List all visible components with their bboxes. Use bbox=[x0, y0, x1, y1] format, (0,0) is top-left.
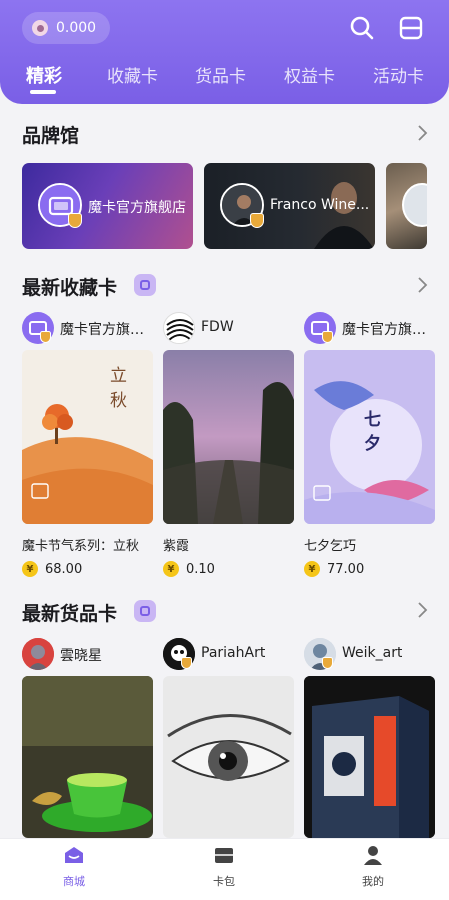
creator-name[interactable]: 魔卡官方旗… bbox=[60, 319, 152, 339]
yen-coin-icon: ¥ bbox=[163, 561, 179, 577]
balance-value: 0.000 bbox=[56, 20, 97, 36]
card-title[interactable]: 紫霞 bbox=[163, 535, 189, 554]
creator-name[interactable]: PariahArt bbox=[201, 645, 265, 661]
brand-card-moka[interactable]: 魔卡官方旗舰店 bbox=[22, 163, 193, 249]
verified-badge-icon bbox=[322, 331, 333, 343]
creator-avatar[interactable] bbox=[22, 638, 54, 670]
brand-name: Franco Wine... bbox=[270, 197, 370, 213]
verified-badge-icon bbox=[68, 213, 82, 228]
active-tab-indicator bbox=[30, 90, 56, 94]
balance-pill[interactable]: 0.000 bbox=[22, 12, 110, 44]
card-image-zixia[interactable] bbox=[163, 350, 294, 524]
toy-box-photo bbox=[304, 676, 435, 838]
scan-icon[interactable] bbox=[397, 14, 425, 42]
sunset-photo bbox=[163, 350, 294, 524]
tab-collect-cards[interactable]: 收藏卡 bbox=[107, 62, 158, 87]
nav-label: 我的 bbox=[362, 875, 384, 888]
tab-featured[interactable]: 精彩 bbox=[26, 62, 62, 88]
creator-avatar[interactable] bbox=[163, 312, 195, 344]
tab-rights-cards[interactable]: 权益卡 bbox=[284, 62, 335, 87]
brand-logo bbox=[402, 183, 427, 227]
creator-name[interactable]: FDW bbox=[201, 319, 234, 335]
latest-collect-title: 最新收藏卡 bbox=[22, 277, 118, 299]
card-price: 0.10 bbox=[186, 562, 215, 577]
verified-badge-icon bbox=[322, 657, 333, 669]
top-header: 0.000 精彩 收藏卡 货品卡 权益卡 活动卡 bbox=[0, 0, 449, 104]
card-title[interactable]: 七夕乞巧 bbox=[304, 535, 356, 554]
card-title[interactable]: 魔卡节气系列：立秋 bbox=[22, 535, 139, 554]
card-image-qixi[interactable]: 七 夕 bbox=[304, 350, 435, 524]
chevron-right-icon[interactable] bbox=[415, 276, 429, 294]
card-price: 77.00 bbox=[327, 562, 365, 577]
bottom-nav: 商城 卡包 我的 bbox=[0, 838, 449, 900]
collect-section-icon bbox=[134, 274, 156, 296]
nav-shop[interactable]: 商城 bbox=[44, 845, 104, 889]
category-tabs: 精彩 收藏卡 货品卡 权益卡 活动卡 bbox=[0, 58, 449, 94]
swirl-logo-icon bbox=[165, 314, 194, 343]
tab-goods-cards[interactable]: 货品卡 bbox=[195, 62, 246, 87]
brand-name: 魔卡官方旗舰店 bbox=[88, 200, 186, 216]
card-image-liqiu[interactable]: 立 秋 bbox=[22, 350, 153, 524]
autumn-illustration bbox=[22, 350, 153, 524]
brand-card-partial[interactable] bbox=[386, 163, 427, 249]
creator-name[interactable]: Weik_art bbox=[342, 645, 402, 661]
creator-name[interactable]: 雲晓星 bbox=[60, 645, 102, 665]
latest-goods-title: 最新货品卡 bbox=[22, 603, 118, 625]
yen-coin-icon: ¥ bbox=[22, 561, 38, 577]
nav-label: 卡包 bbox=[213, 875, 235, 888]
coin-icon bbox=[32, 20, 48, 36]
eye-sketch bbox=[163, 676, 294, 838]
goods-image-toybox[interactable] bbox=[304, 676, 435, 838]
yen-coin-icon: ¥ bbox=[304, 561, 320, 577]
verified-badge-icon bbox=[181, 657, 192, 669]
verified-badge-icon bbox=[250, 213, 264, 228]
nav-profile[interactable]: 我的 bbox=[343, 845, 403, 889]
tea-cup-photo bbox=[22, 676, 153, 838]
tab-event-cards[interactable]: 活动卡 bbox=[373, 62, 424, 87]
nav-card-wallet[interactable]: 卡包 bbox=[194, 845, 254, 889]
profile-icon bbox=[364, 846, 382, 865]
creator-name[interactable]: 魔卡官方旗… bbox=[342, 319, 428, 339]
chevron-right-icon[interactable] bbox=[415, 601, 429, 619]
card-wallet-icon bbox=[215, 848, 233, 863]
verified-badge-icon bbox=[40, 331, 51, 343]
goods-section-icon bbox=[134, 600, 156, 622]
card-art-text: 立 秋 bbox=[110, 366, 127, 411]
chevron-right-icon[interactable] bbox=[415, 124, 429, 142]
card-price: 68.00 bbox=[45, 562, 83, 577]
goods-image-tea[interactable] bbox=[22, 676, 153, 838]
brand-card-franco[interactable]: Franco Wine... bbox=[204, 163, 375, 249]
brand-hall-title: 品牌馆 bbox=[22, 125, 80, 147]
shop-icon bbox=[65, 847, 83, 863]
avatar-photo bbox=[22, 638, 54, 670]
card-art-text: 七 夕 bbox=[364, 410, 381, 454]
search-icon[interactable] bbox=[348, 14, 376, 42]
goods-image-eye[interactable] bbox=[163, 676, 294, 838]
nav-label: 商城 bbox=[63, 875, 85, 888]
